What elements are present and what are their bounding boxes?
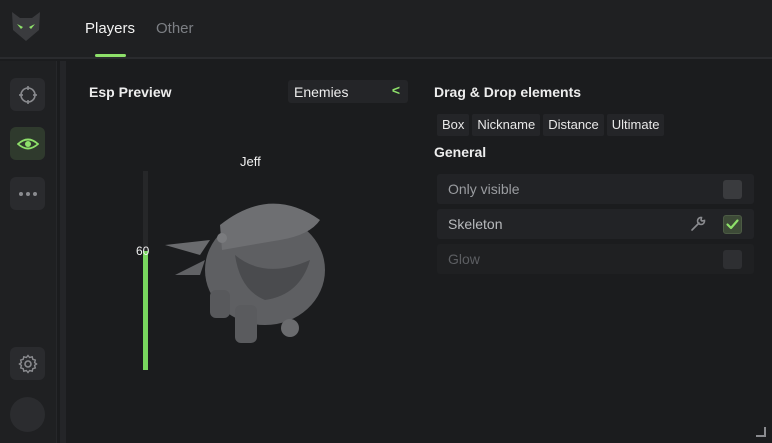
only-visible-checkbox[interactable] (723, 180, 742, 199)
skeleton-checkbox[interactable] (723, 215, 742, 234)
dragdrop-title: Drag & Drop elements (434, 84, 582, 100)
option-only-visible[interactable]: Only visible (437, 174, 754, 204)
sidebar (0, 61, 57, 443)
wrench-icon[interactable] (689, 215, 707, 233)
target-select-value: Enemies (294, 83, 349, 100)
general-title: General (434, 144, 487, 160)
chip-ultimate[interactable]: Ultimate (606, 114, 665, 136)
health-value: 60 (136, 244, 150, 258)
tab-other[interactable]: Other (156, 20, 194, 37)
more-icon (18, 191, 37, 196)
logo-icon (12, 12, 40, 41)
resize-handle[interactable] (756, 427, 766, 437)
check-icon (726, 219, 739, 230)
option-glow[interactable]: Glow (437, 244, 754, 274)
eye-icon (16, 138, 39, 149)
crosshair-icon (18, 85, 37, 104)
gear-icon (17, 353, 38, 374)
chip-nickname[interactable]: Nickname (472, 114, 541, 136)
tab-players[interactable]: Players (85, 20, 135, 37)
esp-preview-title: Esp Preview (89, 84, 172, 100)
option-skeleton[interactable]: Skeleton (437, 209, 754, 239)
sidebar-item-more[interactable] (10, 177, 45, 210)
glow-checkbox[interactable] (723, 250, 742, 269)
chip-distance[interactable]: Distance (543, 114, 604, 136)
option-label: Skeleton (448, 216, 503, 232)
health-bar (143, 171, 148, 370)
avatar[interactable] (10, 397, 45, 432)
chevron-left-icon: < (391, 82, 400, 98)
sidebar-item-aim[interactable] (10, 78, 45, 111)
target-select[interactable]: Enemies < (288, 80, 408, 103)
chip-box[interactable]: Box (437, 114, 470, 136)
dragdrop-elements: Box Nickname Distance Ultimate (437, 114, 665, 136)
option-label: Only visible (448, 181, 520, 197)
option-label: Glow (448, 251, 480, 267)
sidebar-item-visuals[interactable] (10, 127, 45, 160)
active-tab-indicator (95, 54, 126, 57)
character-model (165, 203, 325, 343)
preview-player-name: Jeff (240, 154, 261, 169)
sidebar-divider (60, 61, 66, 443)
sidebar-item-settings[interactable] (10, 347, 45, 380)
top-bar: Players Other (0, 0, 772, 59)
health-bar-fill (143, 250, 148, 370)
